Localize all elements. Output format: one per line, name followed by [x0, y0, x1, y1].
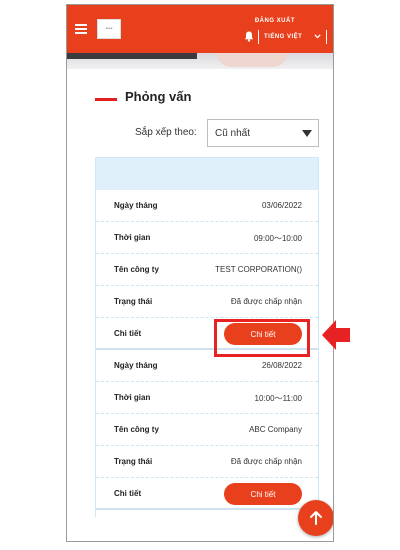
table-row: Tên công ty TEST CORPORATION() — [96, 254, 318, 286]
annotation-highlight-box — [214, 319, 310, 357]
logo[interactable]: •••• — [97, 19, 121, 39]
row-value: ABC Company — [249, 425, 302, 434]
row-value: Đã được chấp nhận — [230, 457, 302, 466]
row-value: 10:00〜11:00 — [254, 394, 302, 403]
app-header: •••• ĐĂNG XUẤT TIẾNG VIỆT — [67, 5, 333, 53]
page-title: Phỏng vấn — [125, 89, 192, 104]
table-row: Thời gian 09:00〜10:00 — [96, 222, 318, 254]
sort-select[interactable]: Cũ nhất — [207, 119, 319, 147]
phone-frame: •••• ĐĂNG XUẤT TIẾNG VIỆT Phỏng vấn Sắp … — [66, 4, 334, 542]
table-row: Trạng thái Đã được chấp nhận — [96, 286, 318, 318]
table-row: Chi tiết Chi tiết — [96, 478, 318, 510]
caret-down-icon — [302, 130, 312, 137]
row-value: 26/08/2022 — [261, 361, 302, 370]
table-row: Ngày tháng 03/06/2022 — [96, 190, 318, 222]
row-value: 09:00〜10:00 — [253, 234, 302, 243]
language-selector[interactable]: TIẾNG VIỆT — [264, 34, 302, 40]
row-label: Chi tiết — [114, 489, 142, 498]
header-divider — [326, 30, 327, 44]
header-divider — [258, 30, 259, 44]
list-header — [96, 158, 318, 190]
row-label: Chi tiết — [114, 329, 142, 338]
row-label: Thời gian — [114, 233, 151, 242]
arrow-up-icon — [310, 511, 322, 525]
row-label: Tên công ty — [114, 265, 159, 274]
scroll-to-top-button[interactable] — [298, 500, 333, 536]
arrow-left-icon — [322, 320, 350, 350]
table-row: Thời gian 10:00〜11:00 — [96, 382, 318, 414]
logout-link[interactable]: ĐĂNG XUẤT — [255, 18, 295, 24]
row-label: Ngày tháng — [114, 201, 158, 210]
menu-icon[interactable] — [75, 24, 87, 34]
title-accent-bar — [95, 98, 117, 101]
table-row: Trạng thái Đã được chấp nhận — [96, 446, 318, 478]
bell-icon[interactable] — [244, 31, 254, 42]
detail-button[interactable]: Chi tiết — [224, 483, 302, 505]
row-label: Trạng thái — [114, 457, 153, 466]
table-row: Tên công ty ABC Company — [96, 414, 318, 446]
hero-image — [67, 53, 333, 69]
row-value: TEST CORPORATION() — [215, 265, 302, 274]
sort-label: Sắp xếp theo: — [135, 127, 197, 138]
sort-selected-value: Cũ nhất — [215, 128, 251, 139]
row-label: Tên công ty — [114, 425, 159, 434]
row-label: Thời gian — [114, 393, 151, 402]
row-label: Ngày tháng — [114, 361, 158, 370]
row-value: Đã được chấp nhận — [230, 297, 302, 306]
row-value: 03/06/2022 — [261, 201, 302, 210]
row-label: Trạng thái — [114, 297, 153, 306]
chevron-down-icon[interactable] — [314, 34, 321, 39]
